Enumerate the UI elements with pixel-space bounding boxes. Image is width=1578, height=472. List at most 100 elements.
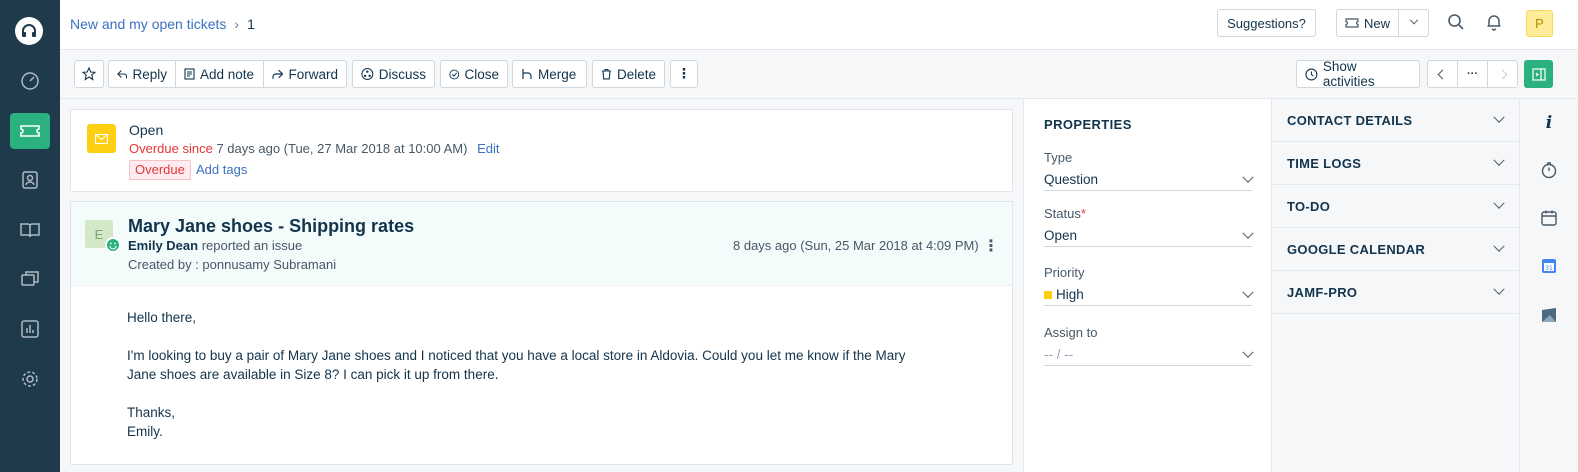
created-by: Created by : ponnusamy Subramani: [128, 257, 337, 272]
jamf-icon[interactable]: [1539, 305, 1559, 325]
section-title: CONTACT DETAILS: [1287, 112, 1413, 128]
section-title: TIME LOGS: [1287, 155, 1362, 171]
merge-label: Merge: [538, 66, 577, 82]
discuss-button[interactable]: Discuss: [352, 60, 435, 88]
status-value: Open: [1044, 228, 1078, 243]
add-note-button[interactable]: Add note: [175, 60, 264, 88]
section-contact-details[interactable]: CONTACT DETAILS: [1272, 99, 1519, 142]
forward-label: Forward: [288, 66, 338, 82]
chevron-down-icon: [1242, 286, 1254, 298]
type-select[interactable]: Question: [1044, 169, 1254, 191]
breadcrumb-link[interactable]: New and my open tickets: [70, 16, 226, 32]
overdue-time: 7 days ago (Tue, 27 Mar 2018 at 10:00 AM…: [216, 141, 468, 156]
timer-icon[interactable]: [1539, 160, 1559, 180]
edit-due-link[interactable]: Edit: [477, 141, 499, 156]
contact-sidebar: CONTACT DETAILS TIME LOGS TO-DO GOOGLE C…: [1271, 99, 1519, 472]
dashboard-icon[interactable]: [10, 63, 50, 99]
ticket-options-icon[interactable]: ⋮: [983, 236, 999, 256]
avatar[interactable]: P: [1526, 10, 1553, 37]
more-actions-button[interactable]: ⋮: [670, 60, 698, 88]
section-jamf-pro[interactable]: JAMF-PRO: [1272, 271, 1519, 314]
close-label: Close: [464, 66, 499, 82]
show-activities-button[interactable]: Show activities: [1296, 59, 1420, 89]
new-button-main[interactable]: New: [1337, 10, 1400, 36]
chevron-left-icon: [1437, 69, 1448, 79]
type-value: Question: [1044, 172, 1099, 187]
ticket-header: E Mary Jane shoes - Shipping rates Emily…: [71, 202, 1012, 286]
google-calendar-icon[interactable]: 31: [1539, 256, 1559, 276]
reported-text: reported an issue: [201, 238, 303, 253]
top-bar: New and my open tickets › 1 Suggestions? N…: [60, 0, 1578, 50]
add-note-label: Add note: [200, 66, 255, 82]
forums-icon[interactable]: [10, 262, 50, 298]
ticket-conversation-card: E Mary Jane shoes - Shipping rates Emily…: [70, 201, 1013, 465]
reply-button[interactable]: Reply: [108, 60, 176, 88]
star-icon: [82, 67, 96, 81]
status-select[interactable]: Open: [1044, 225, 1254, 247]
message-line: Jane shoes are available in Size 8? I ca…: [127, 367, 499, 382]
chevron-down-icon[interactable]: [1399, 15, 1428, 26]
overdue-tag: Overdue: [129, 160, 191, 180]
priority-label: Priority: [1044, 265, 1085, 280]
requester-name[interactable]: Emily Dean: [128, 238, 198, 253]
suggestions-button[interactable]: Suggestions?: [1217, 9, 1316, 37]
trash-icon: [601, 68, 611, 80]
ticket-timestamp: 8 days ago (Sun, 25 Mar 2018 at 4:09 PM): [733, 238, 979, 253]
forward-icon: [272, 69, 284, 79]
reply-icon: [117, 70, 128, 79]
new-button[interactable]: New: [1336, 9, 1429, 37]
previous-ticket-button[interactable]: [1427, 60, 1458, 88]
section-google-calendar[interactable]: GOOGLE CALENDAR: [1272, 228, 1519, 271]
calendar-icon[interactable]: [1539, 208, 1559, 228]
merge-button[interactable]: Merge: [512, 60, 587, 88]
assign-select[interactable]: -- / --: [1044, 344, 1254, 366]
left-navbar: [0, 0, 60, 472]
ticket-state: Open: [129, 122, 164, 138]
priority-select[interactable]: High: [1044, 284, 1254, 306]
check-circle-icon: [449, 69, 460, 79]
type-field: Type Question: [1044, 150, 1254, 191]
ticket-subject: Mary Jane shoes - Shipping rates: [128, 216, 415, 236]
priority-field: Priority High: [1044, 265, 1254, 306]
section-title: GOOGLE CALENDAR: [1287, 241, 1426, 257]
solutions-icon[interactable]: [10, 212, 50, 248]
required-mark: *: [1080, 206, 1086, 221]
assign-label: Assign to: [1044, 325, 1098, 340]
status-label: Status: [1044, 206, 1081, 221]
properties-heading: PROPERTIES: [1044, 117, 1132, 132]
status-field: Status* Open: [1044, 206, 1254, 247]
toggle-sidebar-button[interactable]: [1524, 60, 1553, 88]
reports-icon[interactable]: [10, 311, 50, 347]
contacts-icon[interactable]: [10, 162, 50, 198]
ticket-icon[interactable]: [10, 113, 50, 149]
merge-icon: [522, 69, 532, 79]
add-tags-link[interactable]: Add tags: [196, 162, 247, 177]
settings-icon[interactable]: [10, 361, 50, 397]
new-button-label: New: [1364, 15, 1391, 31]
delete-label: Delete: [616, 66, 656, 82]
star-button[interactable]: [74, 60, 104, 88]
ellipsis-button[interactable]: ···: [1457, 60, 1488, 88]
forward-button[interactable]: Forward: [263, 60, 347, 88]
overdue-prefix: Overdue since: [129, 141, 213, 156]
info-icon[interactable]: i: [1539, 113, 1559, 133]
close-button[interactable]: Close: [440, 60, 508, 88]
ticket-status-card: Open Overdue since 7 days ago (Tue, 27 M…: [70, 109, 1013, 192]
section-to-do[interactable]: TO-DO: [1272, 185, 1519, 228]
assign-value: -- / --: [1044, 347, 1074, 362]
bell-icon[interactable]: [1485, 13, 1503, 34]
ticket-icon: [1345, 18, 1359, 28]
svg-text:31: 31: [1545, 265, 1553, 272]
headset-logo-icon[interactable]: [15, 17, 43, 45]
breadcrumb: New and my open tickets › 1: [70, 16, 255, 32]
search-icon[interactable]: [1447, 13, 1465, 34]
delete-button[interactable]: Delete: [592, 60, 665, 88]
chevron-down-icon: [1493, 154, 1505, 166]
next-ticket-button[interactable]: [1487, 60, 1518, 88]
message-signature: Emily.: [127, 424, 163, 439]
section-time-logs[interactable]: TIME LOGS: [1272, 142, 1519, 185]
chevron-down-icon: [1242, 227, 1254, 239]
message-thanks: Thanks,: [127, 405, 176, 420]
chevron-right-icon: ›: [234, 16, 240, 32]
ticket-main: Open Overdue since 7 days ago (Tue, 27 M…: [60, 99, 1023, 472]
